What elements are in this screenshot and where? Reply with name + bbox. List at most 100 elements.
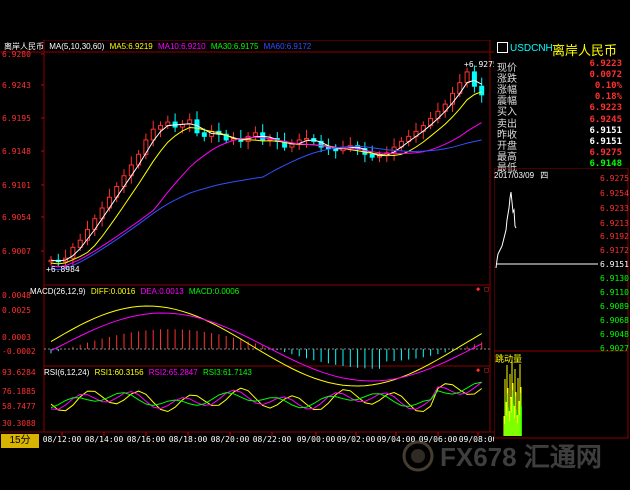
time-axis-label: 08/22:00 <box>253 435 292 444</box>
time-axis-label: 08/20:00 <box>211 435 250 444</box>
rsi-axis-label: 76.1885 <box>2 387 36 396</box>
quote-row: 涨跌 0.0072 <box>494 70 626 85</box>
quote-row: 昨收 6.9151 <box>494 125 626 141</box>
quote-row: 卖出 6.9245 <box>494 114 626 130</box>
pane-control-icon: ◆ □ <box>476 285 489 293</box>
symbol-code: USDCNH <box>510 43 553 54</box>
quote-value: 0.0072 <box>589 70 622 81</box>
rsi-line <box>50 381 483 410</box>
macd-axis-label: 0.0003 <box>2 333 31 342</box>
ma-line <box>50 79 482 262</box>
quote-value: 6.9151 <box>589 125 622 136</box>
quote-value: 6.9223 <box>589 59 622 69</box>
ma60-value: MA60:6.9172 <box>263 42 312 51</box>
candle-body <box>471 71 477 87</box>
intraday-axis-label: 6.9233 <box>600 204 629 213</box>
candle-body <box>143 139 149 155</box>
candle-body <box>479 85 485 96</box>
macd-axis-label: -0.0002 <box>2 347 36 356</box>
rsi-axis-label: 58.7477 <box>2 402 36 411</box>
macd-axis-label: 0.0025 <box>2 306 31 315</box>
ma10-value: MA10:6.9210 <box>157 42 206 51</box>
intraday-axis-label: 6.9068 <box>600 316 629 325</box>
low-price-marker: +6.8984 <box>46 265 80 274</box>
time-axis-label: 08/14:00 <box>85 435 124 444</box>
intraday-axis-label: 6.9089 <box>600 302 629 311</box>
candle-body <box>150 128 156 141</box>
candle-body <box>304 138 309 141</box>
quote-value: 6.9223 <box>589 103 622 114</box>
candle-body <box>158 125 163 130</box>
macd-diff: DIFF:0.0016 <box>90 287 136 296</box>
high-price-marker: +6.9275 <box>464 60 494 69</box>
macd-indicator-header: MACD(26,12,9) DIFF:0.0016 DEA:0.0013 MAC… <box>30 287 239 296</box>
macd-value: MACD:0.0006 <box>188 287 240 296</box>
rsi-indicator-header: RSI(6,12,24) RSI1:60.3156 RSI2:65.2847 R… <box>44 368 252 377</box>
quote-row: 涨幅 0.10% <box>494 81 626 96</box>
quote-row: 买入 6.9223 <box>494 103 626 118</box>
price-axis-label: 6.9243 <box>2 81 31 90</box>
svg-text:FX678 汇通网: FX678 汇通网 <box>440 442 602 472</box>
intraday-chart-svg: 6.9275 6.9254 6.9233 6.9213 6.9192 6.9172 6.91… <box>494 168 629 439</box>
intraday-axis-label: 6.9213 <box>600 219 629 228</box>
candle-body <box>464 71 470 84</box>
rsi-line <box>50 383 483 413</box>
time-axis-label: 08/12:00 <box>43 435 82 444</box>
price-axis-label: 6.9148 <box>2 147 31 156</box>
quote-row: 震幅 0.18% <box>494 92 626 107</box>
rsi-axis-label: 93.6284 <box>2 368 36 377</box>
ma-line <box>50 91 482 265</box>
price-axis-label: 6.9101 <box>2 181 31 190</box>
intraday-axis-label: 6.9027 <box>600 344 629 353</box>
intraday-axis-label: 6.9192 <box>600 232 629 241</box>
box-icon <box>497 42 508 53</box>
price-axis-label: 6.9195 <box>2 114 31 123</box>
price-axis-label: 6.9054 <box>2 213 31 222</box>
intraday-axis-label: 6.9254 <box>600 189 629 198</box>
intraday-axis-label: 6.9151 <box>600 260 629 269</box>
macd-dea: DEA:0.0013 <box>140 287 184 296</box>
ma5-value: MA5:6.9219 <box>109 42 153 51</box>
candle-body <box>201 132 207 137</box>
candle-body <box>369 153 375 158</box>
fx678-logo: FX678 汇通网 <box>402 440 602 472</box>
time-axis-label: 08/16:00 <box>127 435 166 444</box>
time-axis-label: 09/02:00 <box>337 435 376 444</box>
timeframe-selector[interactable]: 15分 <box>1 434 39 448</box>
quote-row: 现价 6.9223 <box>494 59 626 74</box>
price-axis-label: 6.9007 <box>2 247 31 256</box>
quote-value: 6.9245 <box>589 114 622 125</box>
ma-line <box>50 139 482 271</box>
kline-chart-svg: 6.92806.92436.91956.91486.91016.90546.90… <box>0 40 494 444</box>
rsi3-value: RSI3:61.7143 <box>202 368 252 377</box>
symbol-name: 离岸人民币 <box>552 43 618 58</box>
rsi-params: RSI(6,12,24) <box>44 368 90 377</box>
chart-title: 离岸人民币 <box>4 42 44 51</box>
price-indicator-header: 离岸人民币 MA(5,10,30,60) MA5:6.9219 MA10:6.9… <box>4 41 311 52</box>
intraday-price-line <box>495 191 517 269</box>
quote-value: 0.10% <box>594 81 622 92</box>
candle-body <box>252 132 258 137</box>
time-axis-label: 08/18:00 <box>169 435 208 444</box>
volume-label: 跳动量 <box>495 354 523 364</box>
macd-params: MACD(26,12,9) <box>30 287 86 296</box>
rsi2-value: RSI2:65.2847 <box>148 368 198 377</box>
intraday-axis-label: 6.9275 <box>600 174 629 183</box>
intraday-axis-label: 6.9048 <box>600 330 629 339</box>
quote-value: 6.9275 <box>589 147 622 158</box>
time-axis-label: 09/00:00 <box>297 435 336 444</box>
quote-row: 开盘 6.9151 <box>494 136 626 152</box>
ma30-value: MA30:6.9175 <box>210 42 259 51</box>
macd-axis-label: 0.0048 <box>2 291 31 300</box>
quote-value: 6.9151 <box>589 136 622 147</box>
kline-chart-area[interactable]: 6.9280 6.9243 6.9195 6.9148 6.9101 6.9054 6.90… <box>0 40 494 448</box>
quote-value: 0.18% <box>594 92 622 103</box>
sidebar-header: USDCNH 离岸人民币 <box>494 40 630 58</box>
intraday-axis-label: 6.9110 <box>600 288 629 297</box>
rsi1-value: RSI1:60.3156 <box>94 368 144 377</box>
quote-sidebar: USDCNH 离岸人民币 现价 6.9223 涨跌 0.0072 涨幅 0.10% 震幅 0.… <box>494 40 630 448</box>
rsi-axis-label: 30.3088 <box>2 419 36 428</box>
quote-row: 最高 6.9275 <box>494 147 626 163</box>
intraday-axis-label: 6.9172 <box>600 246 629 255</box>
intraday-axis-label: 6.9130 <box>600 274 629 283</box>
